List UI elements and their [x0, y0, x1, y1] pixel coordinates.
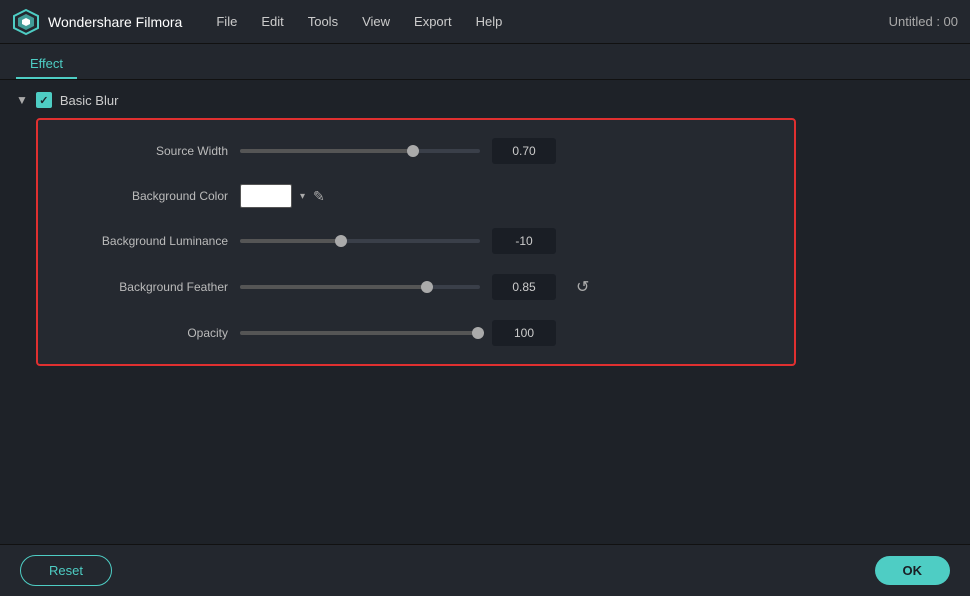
menu-view[interactable]: View [352, 10, 400, 33]
background-luminance-row: Background Luminance [58, 228, 774, 254]
color-swatch[interactable] [240, 184, 292, 208]
app-name: Wondershare Filmora [48, 14, 182, 30]
menu-edit[interactable]: Edit [251, 10, 293, 33]
reset-feather-icon[interactable]: ↺ [576, 277, 589, 297]
opacity-value[interactable] [492, 320, 556, 346]
window-title: Untitled : 00 [889, 14, 958, 29]
source-width-thumb[interactable] [407, 145, 419, 157]
background-feather-thumb[interactable] [421, 281, 433, 293]
source-width-slider[interactable] [240, 149, 480, 153]
opacity-thumb[interactable] [472, 327, 484, 339]
background-feather-fill [240, 285, 427, 289]
chevron-down-icon[interactable]: ▼ [16, 93, 28, 107]
opacity-label: Opacity [58, 326, 228, 340]
menu-file[interactable]: File [206, 10, 247, 33]
main-content: ▼ Basic Blur Source Width Background Col… [0, 80, 970, 544]
eyedropper-icon[interactable]: ✎ [313, 188, 325, 205]
opacity-fill [240, 331, 478, 335]
ok-button[interactable]: OK [875, 556, 951, 585]
bottom-bar: Reset OK [0, 544, 970, 596]
section-checkbox[interactable] [36, 92, 52, 108]
background-feather-value[interactable] [492, 274, 556, 300]
source-width-fill [240, 149, 413, 153]
section-title: Basic Blur [60, 93, 119, 108]
source-width-value[interactable] [492, 138, 556, 164]
source-width-row: Source Width [58, 138, 774, 164]
title-bar: Wondershare Filmora File Edit Tools View… [0, 0, 970, 44]
background-luminance-fill [240, 239, 341, 243]
effect-panel: Source Width Background Color ▾ ✎ Backgr… [36, 118, 796, 366]
section-header: ▼ Basic Blur [16, 92, 954, 108]
background-luminance-slider[interactable] [240, 239, 480, 243]
tab-effect[interactable]: Effect [16, 50, 77, 79]
color-dropdown-icon[interactable]: ▾ [298, 189, 307, 204]
background-color-row: Background Color ▾ ✎ [58, 184, 774, 208]
background-color-label: Background Color [58, 189, 228, 203]
background-luminance-value[interactable] [492, 228, 556, 254]
app-logo [12, 8, 40, 36]
background-luminance-label: Background Luminance [58, 234, 228, 248]
menu-tools[interactable]: Tools [298, 10, 348, 33]
opacity-row: Opacity [58, 320, 774, 346]
reset-button[interactable]: Reset [20, 555, 112, 586]
menu-bar: File Edit Tools View Export Help [206, 10, 888, 33]
background-luminance-thumb[interactable] [335, 235, 347, 247]
background-feather-row: Background Feather ↺ [58, 274, 774, 300]
tab-bar: Effect [0, 44, 970, 80]
menu-help[interactable]: Help [466, 10, 513, 33]
source-width-label: Source Width [58, 144, 228, 158]
background-feather-slider[interactable] [240, 285, 480, 289]
menu-export[interactable]: Export [404, 10, 462, 33]
background-feather-label: Background Feather [58, 280, 228, 294]
color-picker-group: ▾ ✎ [240, 184, 325, 208]
opacity-slider[interactable] [240, 331, 480, 335]
